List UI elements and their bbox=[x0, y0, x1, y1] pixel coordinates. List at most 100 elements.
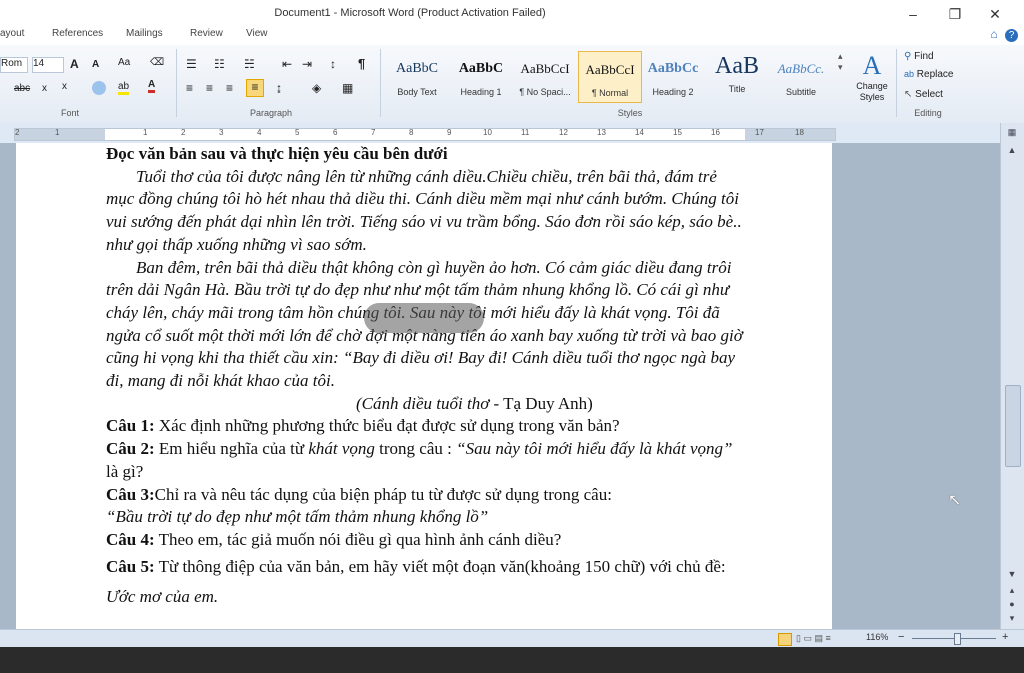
separator bbox=[896, 49, 897, 117]
show-formatting-icon[interactable]: ¶ bbox=[358, 56, 365, 71]
select-button[interactable]: ↖ Select bbox=[904, 89, 943, 100]
replace-button[interactable]: ab Replace bbox=[904, 69, 954, 80]
justify-icon[interactable]: ≡ bbox=[246, 79, 264, 97]
browse-object-icon[interactable]: ● bbox=[1005, 599, 1019, 609]
print-layout-icon[interactable] bbox=[778, 633, 792, 646]
document-heading: Đọc văn bản sau và thực hiện yêu cầu bên… bbox=[106, 144, 448, 163]
editing-group-label: Editing bbox=[914, 108, 942, 118]
tab-review[interactable]: Review bbox=[190, 28, 223, 39]
style-no-spacing[interactable]: AaBbCcI ¶ No Spaci... bbox=[514, 51, 576, 101]
title-bar: Document1 - Microsoft Word (Product Acti… bbox=[0, 0, 1024, 26]
align-right-icon[interactable]: ≡ bbox=[226, 81, 233, 95]
source-line: (Cánh diều tuổi thơ - Tạ Duy Anh) bbox=[106, 393, 746, 416]
font-name-box[interactable]: Rom bbox=[0, 57, 28, 73]
subscript-button[interactable]: x bbox=[42, 83, 47, 94]
ribbon: Rom 14 A A Aa ⌫ abc x x ab A Font ☰ ☷ ☵ … bbox=[0, 45, 1024, 124]
tab-view[interactable]: View bbox=[246, 28, 268, 39]
zoom-out-button[interactable]: − bbox=[898, 631, 904, 643]
font-color-button[interactable]: A bbox=[148, 79, 156, 93]
ruler-number: 7 bbox=[371, 128, 376, 137]
find-button[interactable]: ⚲ Find bbox=[904, 51, 934, 62]
separator bbox=[380, 49, 381, 117]
ruler-number: 18 bbox=[795, 128, 804, 137]
decrease-indent-icon[interactable]: ⇤ bbox=[282, 57, 292, 71]
multilevel-list-icon[interactable]: ☵ bbox=[244, 57, 255, 71]
question-3: Câu 3:Chỉ ra và nêu tác dụng của biện ph… bbox=[106, 484, 612, 527]
restore-button[interactable]: ❐ bbox=[940, 4, 970, 24]
ruler-strip: 2 1 1 2 3 4 5 6 7 8 9 10 11 12 13 14 15 … bbox=[14, 128, 836, 141]
highlight-button[interactable]: ab bbox=[118, 81, 130, 95]
minimize-button[interactable]: – bbox=[898, 4, 928, 24]
bullets-icon[interactable]: ☰ bbox=[186, 57, 197, 71]
style-heading-2[interactable]: AaBbCc Heading 2 bbox=[642, 51, 704, 101]
minimize-ribbon-icon[interactable]: ⌂ bbox=[990, 27, 997, 41]
zoom-in-button[interactable]: + bbox=[1002, 631, 1008, 643]
shading-icon[interactable]: ◈ bbox=[312, 81, 321, 95]
ruler-number: 1 bbox=[55, 128, 60, 137]
ruler-number: 8 bbox=[409, 128, 414, 137]
paragraph-group-label: Paragraph bbox=[249, 108, 293, 118]
view-buttons-icon[interactable]: ▯ ▭ ▤ ≡ bbox=[796, 633, 831, 644]
question-4: Câu 4: Theo em, tác giả muốn nói điều gì… bbox=[106, 529, 562, 549]
separator bbox=[176, 49, 177, 117]
document-body[interactable]: Đọc văn bản sau và thực hiện yêu cầu bên… bbox=[106, 143, 746, 612]
vertical-scrollbar[interactable]: ▦ ▲ ▼ ▴ ● ▾ bbox=[1000, 123, 1024, 629]
help-icon[interactable]: ? bbox=[1005, 29, 1018, 42]
replace-icon: ab bbox=[904, 69, 915, 79]
clear-format-icon[interactable]: ⌫ bbox=[150, 57, 164, 68]
zoom-level[interactable]: 116% bbox=[866, 632, 888, 642]
ruler-toggle-icon[interactable]: ▦ bbox=[1005, 127, 1019, 138]
scroll-up-icon[interactable]: ▲ bbox=[1005, 145, 1019, 155]
ruler-number: 2 bbox=[15, 128, 20, 137]
styles-group-label: Styles bbox=[617, 108, 643, 118]
scroll-down-icon[interactable]: ▼ bbox=[1005, 569, 1019, 579]
zoom-slider-thumb[interactable] bbox=[954, 633, 961, 645]
change-styles-button[interactable]: A Change Styles bbox=[852, 51, 892, 103]
line-spacing-icon[interactable]: ↨ bbox=[276, 81, 282, 95]
ruler-number: 10 bbox=[483, 128, 492, 137]
align-center-icon[interactable]: ≡ bbox=[206, 81, 213, 95]
increase-indent-icon[interactable]: ⇥ bbox=[302, 57, 312, 71]
find-icon: ⚲ bbox=[904, 51, 912, 62]
ruler-number: 3 bbox=[219, 128, 224, 137]
strikethrough-button[interactable]: abc bbox=[14, 83, 30, 94]
tab-page-layout[interactable]: ayout bbox=[0, 28, 24, 39]
text-effects-icon[interactable] bbox=[92, 81, 106, 95]
ruler-number: 13 bbox=[597, 128, 606, 137]
next-page-icon[interactable]: ▾ bbox=[1005, 613, 1019, 624]
sort-icon[interactable]: ↕ bbox=[330, 57, 336, 71]
status-bar: ▯ ▭ ▤ ≡ 116% − + bbox=[0, 629, 1024, 647]
style-body-text[interactable]: AaBbC Body Text bbox=[386, 51, 448, 101]
grow-font-button[interactable]: A bbox=[70, 57, 79, 71]
ribbon-corner-icons: ⌂ ? bbox=[990, 27, 1018, 42]
close-button[interactable]: ✕ bbox=[980, 4, 1010, 24]
change-case-button[interactable]: Aa bbox=[118, 57, 130, 68]
question-1: Câu 1: Xác định những phương thức biểu đ… bbox=[106, 416, 620, 436]
style-normal[interactable]: AaBbCcI ¶ Normal bbox=[578, 51, 642, 103]
mouse-cursor-icon: ↖ bbox=[948, 492, 962, 509]
ruler-number: 9 bbox=[447, 128, 452, 137]
document-page[interactable]: Đọc văn bản sau và thực hiện yêu cầu bên… bbox=[16, 143, 832, 629]
ruler-number: 11 bbox=[521, 128, 530, 137]
style-subtitle[interactable]: AaBbCc. Subtitle bbox=[770, 51, 832, 101]
previous-page-icon[interactable]: ▴ bbox=[1005, 585, 1019, 596]
borders-icon[interactable]: ▦ bbox=[342, 81, 353, 95]
ruler-number: 1 bbox=[143, 128, 148, 137]
styles-scroll-icon[interactable]: ▴ ▾ bbox=[838, 51, 843, 73]
shrink-font-button[interactable]: A bbox=[92, 59, 99, 70]
tab-references[interactable]: References bbox=[52, 28, 103, 39]
ribbon-tabs: ayout References Mailings Review View ⌂ … bbox=[0, 26, 1024, 46]
superscript-button[interactable]: x bbox=[62, 81, 67, 92]
style-heading-1[interactable]: AaBbC Heading 1 bbox=[450, 51, 512, 101]
tab-mailings[interactable]: Mailings bbox=[126, 28, 163, 39]
source-title: (Cánh diều tuổi thơ bbox=[356, 393, 490, 413]
align-left-icon[interactable]: ≡ bbox=[186, 81, 193, 95]
horizontal-ruler[interactable]: 2 1 1 2 3 4 5 6 7 8 9 10 11 12 13 14 15 … bbox=[0, 123, 1024, 143]
font-size-box[interactable]: 14 bbox=[32, 57, 64, 73]
style-title[interactable]: AaB Title bbox=[706, 51, 768, 101]
ruler-number: 4 bbox=[257, 128, 262, 137]
question-5: Câu 5: Từ thông điệp của văn bản, em hãy… bbox=[106, 556, 726, 606]
video-overlay-icon bbox=[364, 303, 484, 333]
numbering-icon[interactable]: ☷ bbox=[214, 57, 225, 71]
scroll-thumb[interactable] bbox=[1005, 385, 1021, 467]
